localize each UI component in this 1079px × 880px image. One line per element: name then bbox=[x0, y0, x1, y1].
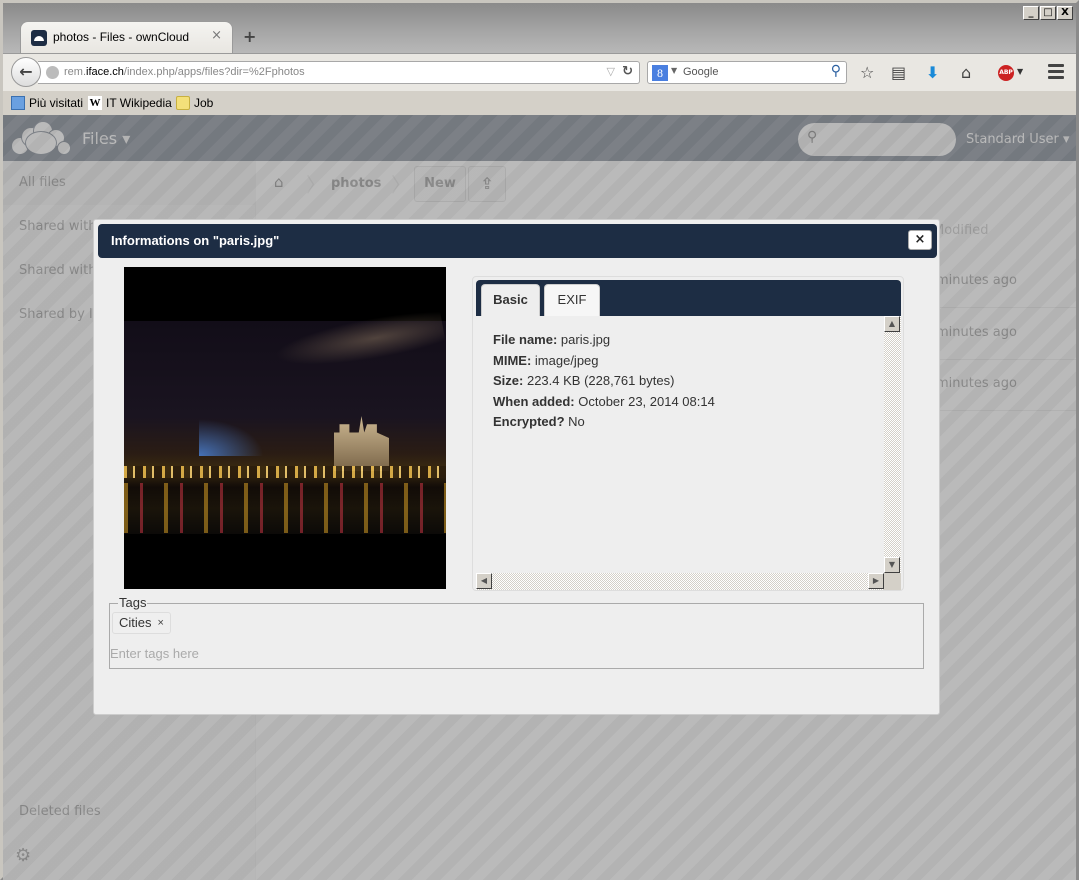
tag-chip: Cities × bbox=[112, 612, 171, 634]
info-value: image/jpeg bbox=[534, 352, 599, 368]
scroll-left-icon[interactable]: ◀ bbox=[476, 573, 492, 589]
owncloud-favicon-icon bbox=[31, 30, 47, 46]
dialog-title-bar: Informations on "paris.jpg" × bbox=[98, 224, 937, 258]
reload-icon[interactable]: ↻ bbox=[622, 64, 633, 79]
browser-window: _ □ X photos - Files - ownCloud × + rem.… bbox=[0, 0, 1079, 880]
back-button[interactable]: ← bbox=[11, 57, 41, 87]
bookmark-label: Job bbox=[194, 96, 214, 110]
info-label: Size: bbox=[493, 373, 524, 388]
vertical-scrollbar[interactable]: ▲ ▼ bbox=[884, 316, 901, 573]
engine-dropdown-icon[interactable]: ▼ bbox=[671, 66, 677, 75]
info-value: paris.jpg bbox=[560, 332, 611, 347]
tag-label: Cities bbox=[119, 615, 152, 630]
maximize-button[interactable]: □ bbox=[1040, 6, 1056, 20]
download-icon[interactable]: ⬇ bbox=[926, 63, 939, 82]
url-bar[interactable]: rem.iface.ch/index.php/apps/files?dir=%2… bbox=[38, 61, 640, 84]
info-value: October 23, 2014 08:14 bbox=[578, 393, 715, 409]
url-text[interactable]: rem.iface.ch/index.php/apps/files?dir=%2… bbox=[64, 66, 305, 78]
info-value: 223.4 KB (228,761 bytes) bbox=[526, 373, 675, 388]
bookmark-label: IT Wikipedia bbox=[106, 96, 172, 110]
tag-input[interactable] bbox=[110, 643, 510, 663]
info-label: MIME: bbox=[493, 352, 532, 368]
bookmark-most-visited[interactable]: Più visitati bbox=[11, 96, 83, 110]
title-bar: _ □ X photos - Files - ownCloud × + bbox=[3, 3, 1076, 53]
reading-list-icon[interactable]: ▤ bbox=[891, 63, 906, 82]
info-label: File name: bbox=[493, 332, 558, 347]
bookmark-star-icon[interactable]: ☆ bbox=[860, 63, 874, 82]
tag-remove-icon[interactable]: × bbox=[158, 613, 164, 633]
tags-fieldset: Tags Cities × bbox=[109, 595, 924, 669]
web-search-box[interactable]: 8 ▼ Google ⚲ bbox=[647, 61, 847, 84]
web-search-placeholder: Google bbox=[683, 66, 719, 78]
url-domain: iface.ch bbox=[86, 66, 124, 78]
file-info-dialog: Informations on "paris.jpg" × Basic EXIF bbox=[93, 219, 940, 715]
info-label: Encrypted? bbox=[493, 414, 565, 429]
info-row-mime: MIME: image/jpeg bbox=[493, 351, 715, 372]
navigation-toolbar: rem.iface.ch/index.php/apps/files?dir=%2… bbox=[3, 53, 1076, 91]
adblock-icon[interactable]: ABP bbox=[998, 65, 1014, 81]
info-label: When added: bbox=[493, 393, 575, 409]
minimize-button[interactable]: _ bbox=[1023, 6, 1039, 20]
info-tabs: Basic EXIF bbox=[476, 280, 901, 316]
photo-image bbox=[124, 306, 446, 534]
horizontal-scrollbar[interactable]: ◀ ▶ bbox=[476, 573, 884, 590]
search-go-icon[interactable]: ⚲ bbox=[831, 63, 841, 79]
bookmark-wikipedia[interactable]: W IT Wikipedia bbox=[88, 96, 172, 110]
tab-exif[interactable]: EXIF bbox=[544, 284, 600, 316]
scrollbar-corner bbox=[884, 573, 901, 590]
owncloud-page: Files ▾ ⚲ Standard User ▾ All files Shar… bbox=[3, 115, 1076, 880]
tags-legend: Tags bbox=[118, 595, 148, 610]
scroll-up-icon[interactable]: ▲ bbox=[884, 316, 900, 332]
bookmarks-bar: Più visitati W IT Wikipedia Job bbox=[3, 91, 1076, 115]
adblock-dropdown-icon[interactable]: ▼ bbox=[1017, 67, 1023, 76]
photo-preview bbox=[124, 267, 446, 589]
home-icon[interactable]: ⌂ bbox=[961, 63, 971, 82]
window-controls: _ □ X bbox=[1023, 6, 1073, 20]
scroll-down-icon[interactable]: ▼ bbox=[884, 557, 900, 573]
menu-icon[interactable] bbox=[1048, 64, 1064, 82]
globe-icon bbox=[46, 66, 59, 79]
info-row-encrypted: Encrypted? No bbox=[493, 412, 715, 433]
info-row-size: Size: 223.4 KB (228,761 bytes) bbox=[493, 371, 715, 392]
info-row-when-added: When added: October 23, 2014 08:14 bbox=[493, 392, 715, 413]
url-prefix: rem. bbox=[64, 66, 86, 78]
bookmark-label: Più visitati bbox=[29, 96, 84, 110]
most-visited-icon bbox=[11, 96, 25, 110]
dialog-close-button[interactable]: × bbox=[908, 230, 932, 250]
tab-basic[interactable]: Basic bbox=[481, 284, 540, 316]
dialog-title: Informations on "paris.jpg" bbox=[111, 233, 280, 248]
tab-close-icon[interactable]: × bbox=[211, 28, 222, 43]
new-tab-button[interactable]: + bbox=[243, 27, 256, 46]
basic-info: File name: paris.jpg MIME: image/jpeg Si… bbox=[493, 330, 715, 433]
tab-title: photos - Files - ownCloud bbox=[53, 30, 190, 44]
browser-tab[interactable]: photos - Files - ownCloud × bbox=[20, 21, 233, 53]
folder-icon bbox=[176, 96, 190, 110]
info-row-filename: File name: paris.jpg bbox=[493, 330, 715, 351]
wikipedia-icon: W bbox=[88, 96, 102, 110]
url-history-dropdown-icon[interactable]: ▽ bbox=[607, 65, 615, 78]
google-engine-icon[interactable]: 8 bbox=[652, 65, 668, 81]
url-path: /index.php/apps/files?dir=%2Fphotos bbox=[123, 66, 305, 78]
info-panel: Basic EXIF File name: paris.jpg MIME: im… bbox=[472, 276, 904, 591]
info-value: No bbox=[568, 414, 585, 429]
bookmark-job[interactable]: Job bbox=[176, 96, 213, 110]
close-window-button[interactable]: X bbox=[1057, 6, 1073, 20]
scroll-right-icon[interactable]: ▶ bbox=[868, 573, 884, 589]
